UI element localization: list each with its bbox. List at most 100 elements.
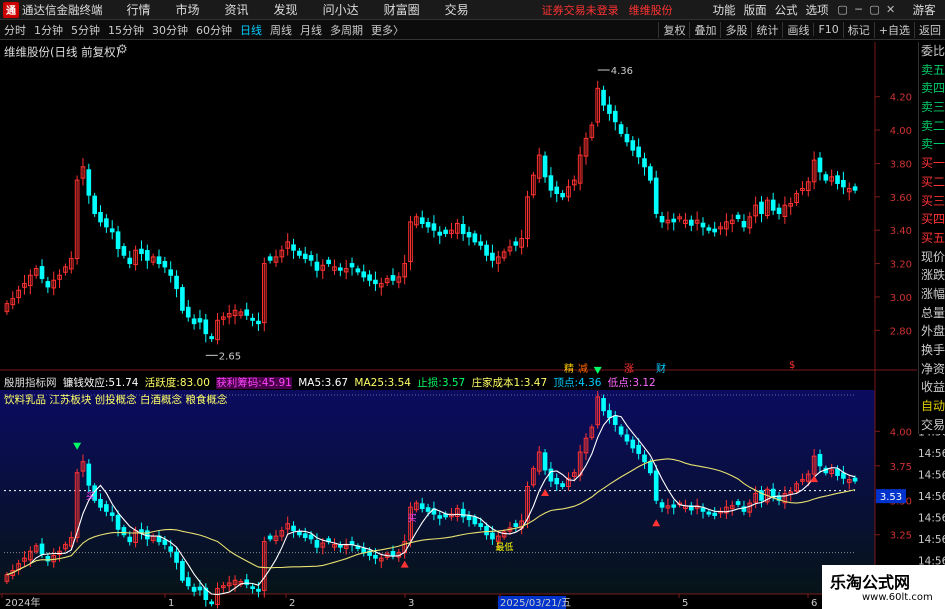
sidebar-item-0[interactable]: 委比 [919,42,945,61]
price-ytick-6: 3.00 [890,293,912,304]
price-candle [653,177,659,215]
ind-candle [191,586,197,592]
stock-chart[interactable]: 4.20 4.00 3.80 3.60 3.40 3.20 3.00 2.80 4.36 2.65… [0,0,945,609]
sidebar-item-7[interactable]: 买二 [919,173,945,192]
sidebar-item-11[interactable]: 现价 [919,248,945,267]
ind-item-2-label: 获利筹码: [216,377,262,389]
sidebar-item-4[interactable]: 卖二 [919,117,945,136]
current-value-label: 3.53 [880,492,902,503]
indicator-header: 殷朋指标网 镰钱效应:51.74 活跃度:83.00 获利筹码:45.91 MA… [4,375,656,390]
sidebar-item-15[interactable]: 外盘 [919,322,945,341]
price-candle [706,227,712,231]
ind-candle [209,601,214,605]
ind-candle [484,525,489,536]
price-candle [642,158,647,168]
concept-tags: 饮料乳品 江苏板块 创投概念 白酒概念 粮食概念 [4,394,228,406]
price-candle [109,228,115,233]
price-candle [209,336,214,340]
signal-2: 最低 [495,541,513,553]
signal-1: 买 [408,513,417,524]
price-candle [92,195,97,215]
ind-candle [548,468,554,482]
ind-candle [630,439,636,449]
ind-candle [472,516,478,525]
sidebar-item-19[interactable]: 自动 [919,397,945,416]
sidebar-item-9[interactable]: 买四 [919,210,945,229]
sidebar-item-2[interactable]: 卖四 [919,79,945,98]
ind-item-7-value: 4.36 [578,377,602,389]
price-candle [361,271,367,278]
ind-candle [98,498,103,508]
indicator-name[interactable]: 殷朋指标网 [4,377,57,389]
ind-candle [121,527,127,536]
price-candle [144,250,150,261]
sidebar-item-8[interactable]: 买三 [919,192,945,211]
ind-item-2-value: 45.91 [261,377,292,389]
ind-candle [735,501,741,505]
sidebar-item-12[interactable]: 涨跌 [919,266,945,285]
sidebar-item-6[interactable]: 买一 [919,154,945,173]
price-candle [121,246,127,256]
price-ytick-5: 3.20 [890,260,912,271]
price-candle [443,229,448,235]
event-tag-jian[interactable]: 减 [578,360,588,375]
ind-candle [659,502,665,508]
event-tag-cai[interactable]: 财 [656,360,666,375]
price-candle [648,166,653,181]
sidebar-item-16[interactable]: 换手 [919,341,945,360]
price-ytick-3: 3.60 [890,193,912,204]
ind-candle [174,551,179,563]
price-candle [326,259,331,265]
ind-candle [297,530,302,536]
ind-item-1-value: 83.00 [179,377,210,389]
price-candle [355,268,361,273]
sidebar-item-5[interactable]: 卖一 [919,135,945,154]
price-ytick-4: 3.40 [890,226,912,237]
event-tag-jing[interactable]: 精 [564,360,574,375]
price-ytick-0: 4.20 [890,93,912,104]
price-candle [156,256,162,265]
ind-candle [612,415,618,425]
sidebar-item-10[interactable]: 买五 [919,229,945,248]
price-candle [302,253,308,260]
ind-candle [185,577,191,587]
price-candle [735,214,741,220]
sidebar-item-18[interactable]: 收益 [919,378,945,397]
price-candle [835,175,840,184]
x-axis-label-4: 2025/03/21/五 [500,598,571,609]
ind-candle [291,525,296,532]
x-axis-label-3: 3 [408,598,414,609]
ind-candle [817,454,823,467]
sidebar-item-13[interactable]: 涨幅 [919,285,945,304]
price-candle [612,110,618,123]
time-label-6: 14:56 [918,534,945,546]
ind-item-0-value: 51.74 [108,377,139,389]
ind-candle [419,503,425,510]
watermark: 乐淘公式网 www.60lt.com [822,565,945,609]
ind-candle [168,546,174,552]
price-candle [419,217,425,225]
sidebar-item-14[interactable]: 总量 [919,304,945,323]
ind-candle [624,434,630,442]
event-tag-dollar[interactable]: $ [789,360,795,371]
price-candle [542,155,548,178]
x-axis-label-1: 1 [168,598,174,609]
ind-candle [302,533,308,538]
price-candle [86,169,92,196]
sidebar-item-17[interactable]: 净资 [919,360,945,379]
ind-candle [115,514,121,530]
ind-candle [308,534,314,540]
quote-sidebar: 委比 卖五 卖四 卖三 卖二 卖一 买一 买二 买三 买四 买五 现价 涨跌 涨幅 总量 外盘 换手 净资 收益 自动… [918,42,945,435]
price-candle [560,192,565,198]
ind-candle [607,410,612,419]
event-tag-zhang[interactable]: 涨 [624,360,634,375]
sidebar-item-20[interactable]: 交易 [919,416,945,435]
price-candle [776,207,782,215]
price-candle [460,224,466,235]
price-candle [554,186,560,194]
ind-candle [180,560,185,581]
sidebar-item-1[interactable]: 卖五 [919,61,945,80]
ind-item-4-value: 3.54 [387,377,411,389]
sidebar-item-3[interactable]: 卖三 [919,98,945,117]
ind-candle [250,586,255,589]
